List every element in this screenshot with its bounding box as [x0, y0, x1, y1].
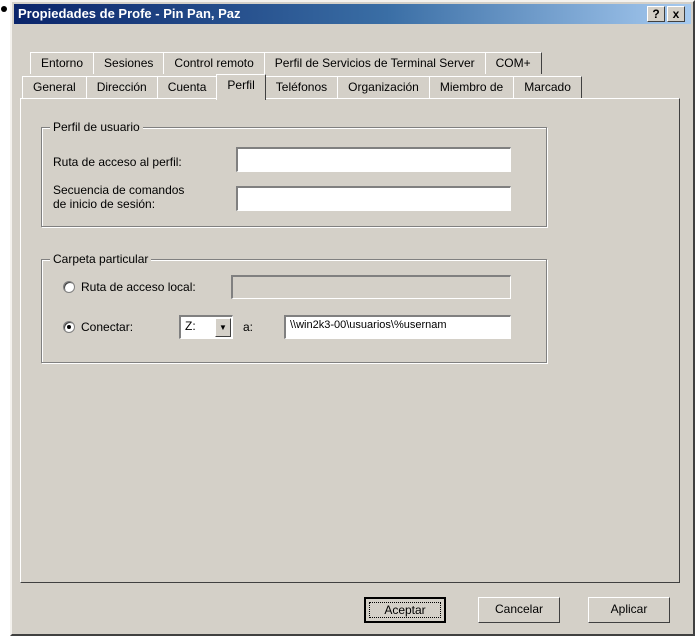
tab-organizacion[interactable]: Organización [337, 76, 430, 98]
tab-entorno[interactable]: Entorno [30, 52, 95, 74]
a-label: a: [243, 320, 254, 334]
secuencia-label-line1: Secuencia de comandos [53, 183, 185, 197]
ruta-perfil-input[interactable] [236, 147, 511, 172]
list-bullet [1, 6, 7, 12]
secuencia-label-line2: de inicio de sesión: [53, 197, 156, 211]
tab-direccion[interactable]: Dirección [85, 76, 158, 98]
close-button[interactable]: x [667, 6, 685, 22]
tab-general[interactable]: General [22, 76, 87, 98]
tab-sesiones[interactable]: Sesiones [93, 52, 165, 74]
ruta-local-label: Ruta de acceso local: [81, 280, 196, 294]
help-button[interactable]: ? [647, 6, 665, 22]
title-bar[interactable]: Propiedades de Profe - Pin Pan, Paz ? x [14, 4, 691, 24]
conectar-label: Conectar: [81, 320, 134, 334]
tab-perfil[interactable]: Perfil [216, 74, 266, 100]
conectar-radio[interactable] [63, 321, 75, 333]
chevron-down-icon[interactable]: ▼ [215, 318, 231, 337]
tab-telefonos[interactable]: Teléfonos [264, 76, 339, 98]
apply-button[interactable]: Aplicar [588, 597, 670, 623]
tab-perfil-terminal-server[interactable]: Perfil de Servicios de Terminal Server [263, 52, 486, 74]
tab-row-1: Entorno Sesiones Control remoto Perfil de S… [30, 52, 542, 74]
cancel-button[interactable]: Cancelar [478, 597, 560, 623]
carpeta-path-input[interactable]: \\win2k3-00\usuarios\%usernam [284, 315, 511, 339]
drive-select[interactable]: Z: ▼ [179, 315, 233, 339]
ruta-perfil-label: Ruta de acceso al perfil: [53, 155, 182, 169]
tab-panel-perfil: Perfil de usuario Ruta de acceso al perf… [20, 98, 680, 583]
radio-selected-dot [67, 325, 71, 329]
perfil-usuario-legend: Perfil de usuario [50, 120, 143, 134]
carpeta-particular-legend: Carpeta particular [50, 252, 152, 266]
drive-select-value: Z: [185, 319, 196, 333]
tab-marcado[interactable]: Marcado [513, 76, 582, 98]
window-title: Propiedades de Profe - Pin Pan, Paz [18, 6, 241, 21]
tab-control-remoto[interactable]: Control remoto [163, 52, 265, 74]
ruta-local-input[interactable] [231, 275, 511, 299]
ruta-local-radio[interactable] [63, 281, 75, 293]
accept-button-label: Aceptar [369, 602, 441, 618]
tab-com-plus[interactable]: COM+ [484, 52, 542, 74]
tab-cuenta[interactable]: Cuenta [156, 76, 218, 98]
accept-button[interactable]: Aceptar [364, 597, 446, 623]
tab-miembro-de[interactable]: Miembro de [428, 76, 515, 98]
perfil-usuario-group: Perfil de usuario [41, 120, 547, 227]
secuencia-inicio-input[interactable] [236, 186, 511, 211]
